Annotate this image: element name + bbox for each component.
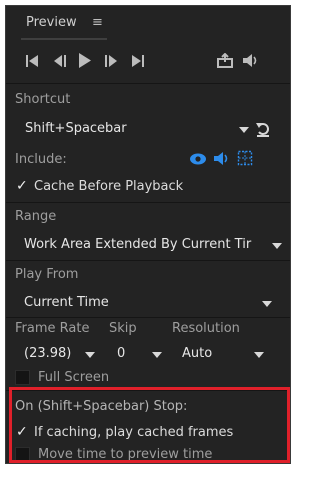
shortcut-value: Shift+Spacebar [25,121,127,136]
full-screen-checkbox[interactable]: Full Screen [15,369,165,387]
shortcut-label: Shortcut [15,92,71,107]
audio-speaker-icon[interactable] [213,151,231,166]
divider [6,83,290,84]
panel-title: Preview [26,15,77,30]
reset-icon[interactable] [255,121,271,137]
resolution-dropdown[interactable]: Auto [172,342,272,366]
chevron-down-icon [239,127,249,133]
frame-rate-dropdown[interactable]: (23.98) [14,342,102,366]
frame-rate-label: Frame Rate [15,321,90,336]
shortcut-dropdown[interactable]: Shift+Spacebar [14,117,272,141]
checkbox-box [15,370,30,385]
divider [6,260,290,261]
skip-dropdown[interactable]: 0 [109,342,169,366]
overlay-grid-icon[interactable] [237,150,253,166]
range-label: Range [15,209,57,224]
skip-value: 0 [117,346,126,361]
hamburger-menu-icon[interactable]: ≡ [92,15,103,30]
export-frame-icon[interactable] [217,53,235,68]
step-back-icon[interactable] [53,55,67,67]
cache-before-playback-checkbox[interactable]: ✓ Cache Before Playback [15,178,215,196]
play-icon[interactable] [78,53,92,68]
title-tab-underline [21,38,107,40]
skip-to-end-icon[interactable] [131,55,145,67]
chevron-down-icon [254,352,264,358]
cache-label: Cache Before Playback [34,179,184,194]
play-from-label: Play From [15,267,79,282]
highlight-box [9,387,290,463]
step-forward-icon[interactable] [104,55,118,67]
play-from-dropdown[interactable]: Current Time [14,291,280,315]
chevron-down-icon [272,243,282,249]
chevron-down-icon [152,352,162,358]
include-label: Include: [15,152,67,167]
frame-rate-value: (23.98) [24,346,72,361]
resolution-label: Resolution [172,321,240,336]
play-from-value: Current Time [24,295,109,310]
resolution-value: Auto [182,346,213,361]
checkmark-icon: ✓ [16,178,28,194]
audio-icon[interactable] [242,53,260,68]
chevron-down-icon [85,352,95,358]
range-dropdown[interactable]: Work Area Extended By Current Tir [14,233,290,257]
full-screen-label: Full Screen [38,370,110,385]
skip-label: Skip [109,321,137,336]
divider [6,202,290,203]
chevron-down-icon [262,301,272,307]
skip-to-start-icon[interactable] [26,55,40,67]
video-eye-icon[interactable] [189,153,207,165]
divider [6,317,290,318]
range-value: Work Area Extended By Current Tir [24,237,252,252]
